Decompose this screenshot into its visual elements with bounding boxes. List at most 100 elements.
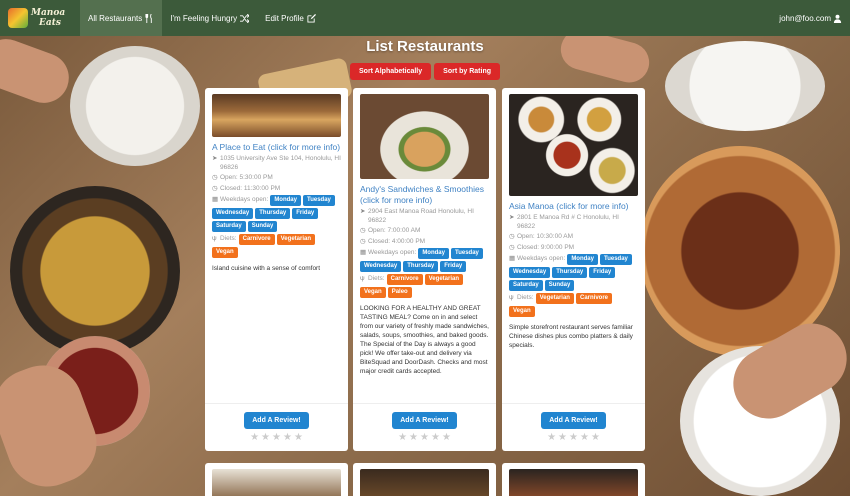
star-icon[interactable]: ★ [283, 433, 292, 443]
location-arrow-icon: ➤ [360, 208, 366, 215]
diet-tag: Vegetarian [535, 293, 574, 304]
diet-tag: Vegan [360, 287, 386, 298]
day-tag: Friday [292, 208, 319, 219]
star-icon[interactable]: ★ [580, 433, 589, 443]
nav-edit-profile-label: Edit Profile [265, 13, 304, 23]
diet-tag: Carnivore [386, 274, 423, 285]
weekdays-tags: ▦ Weekdays open: Monday Tuesday Wednesday… [360, 248, 489, 272]
logo-icon [8, 8, 28, 28]
top-navbar: Manoa Eats All Restaurants I'm Feeling H… [0, 0, 850, 36]
restaurant-address: 2801 E Manoa Rd # C Honolulu, HI 96822 [517, 214, 619, 230]
diet-tags: ψ Diets: Carnivore Vegetarian Vegan Paleo [360, 274, 489, 298]
add-review-button[interactable]: Add A Review! [244, 412, 309, 429]
restaurant-description: Island cuisine with a sense of comfort [212, 265, 321, 272]
star-icon[interactable]: ★ [398, 433, 407, 443]
restaurant-description: Simple storefront restaurant serves fami… [509, 324, 633, 349]
restaurant-name-link[interactable]: A Place to Eat (click for more info) [212, 142, 341, 153]
day-tag: Friday [589, 267, 616, 278]
star-icon[interactable]: ★ [294, 433, 303, 443]
clock-icon: ◷ [360, 237, 366, 245]
day-tag: Sunday [247, 221, 278, 232]
star-rating[interactable]: ★ ★ ★ ★ ★ [250, 433, 303, 443]
diets-label: Diets: [517, 294, 534, 302]
restaurant-name-link[interactable]: Andy's Sandwiches & Smoothies (click for… [360, 184, 489, 206]
diet-tag: Paleo [387, 287, 412, 298]
calendar-icon: ▦ [212, 196, 219, 204]
day-tag: Wednesday [212, 208, 254, 219]
user-icon [833, 14, 842, 23]
restaurant-photo[interactable] [212, 94, 341, 137]
day-tag: Monday [418, 248, 449, 259]
star-icon[interactable]: ★ [431, 433, 440, 443]
restaurant-card [205, 463, 348, 496]
day-tag: Saturday [509, 280, 543, 291]
restaurant-name-link[interactable]: Asia Manoa (click for more info) [509, 201, 638, 212]
day-tag: Tuesday [599, 254, 632, 265]
user-menu[interactable]: john@foo.com [779, 14, 850, 23]
day-tag: Monday [567, 254, 598, 265]
restaurant-photo[interactable] [360, 469, 489, 496]
sort-controls: Sort Alphabetically Sort by Rating [0, 63, 850, 80]
star-icon[interactable]: ★ [591, 433, 600, 443]
restaurant-card: Asia Manoa (click for more info) ➤ 2801 E… [502, 88, 645, 451]
diet-tag: Carnivore [238, 234, 275, 245]
calendar-icon: ▦ [360, 249, 367, 257]
utensils-icon [145, 13, 152, 23]
clock-icon: ◷ [212, 174, 218, 181]
star-icon[interactable]: ★ [420, 433, 429, 443]
utensils-icon: ψ [509, 294, 514, 302]
sort-by-rating-button[interactable]: Sort by Rating [434, 63, 500, 80]
restaurant-card [353, 463, 496, 496]
page-title: List Restaurants [366, 38, 484, 55]
weekdays-tags: ▦ Weekdays open: Monday Tuesday Wednesday… [509, 254, 638, 291]
star-icon[interactable]: ★ [250, 433, 259, 443]
shuffle-icon [240, 13, 250, 23]
diets-label: Diets: [368, 275, 385, 283]
star-icon[interactable]: ★ [558, 433, 567, 443]
weekdays-label: Weekdays open: [368, 249, 417, 257]
star-icon[interactable]: ★ [272, 433, 281, 443]
day-tag: Friday [440, 261, 467, 272]
restaurant-photo[interactable] [509, 94, 638, 196]
logo-text-line2: Eats [39, 18, 61, 28]
diet-tag: Vegetarian [276, 234, 315, 245]
open-time: Open: 10:30:00 AM [517, 233, 574, 240]
star-icon[interactable]: ★ [409, 433, 418, 443]
day-tag: Wednesday [509, 267, 551, 278]
closed-time: Closed: 4:00:00 PM [368, 237, 426, 245]
day-tag: Tuesday [302, 195, 335, 206]
restaurant-photo[interactable] [509, 469, 638, 496]
weekdays-label: Weekdays open: [220, 196, 269, 204]
clock-icon: ◷ [509, 233, 515, 240]
diet-tag: Vegetarian [424, 274, 463, 285]
restaurant-address: 1035 University Ave Ste 104, Honolulu, H… [220, 155, 341, 171]
utensils-icon: ψ [360, 275, 365, 283]
add-review-button[interactable]: Add A Review! [541, 412, 606, 429]
restaurant-card: Andy's Sandwiches & Smoothies (click for… [353, 88, 496, 451]
nav-all-restaurants-label: All Restaurants [88, 13, 143, 23]
star-icon[interactable]: ★ [547, 433, 556, 443]
star-icon[interactable]: ★ [261, 433, 270, 443]
restaurant-card [502, 463, 645, 496]
day-tag: Wednesday [360, 261, 402, 272]
location-arrow-icon: ➤ [212, 155, 218, 162]
sort-alphabetically-button[interactable]: Sort Alphabetically [350, 63, 432, 80]
diet-tag: Vegan [509, 306, 535, 317]
nav-edit-profile[interactable]: Edit Profile [257, 0, 324, 36]
diets-label: Diets: [220, 235, 237, 243]
nav-feeling-hungry[interactable]: I'm Feeling Hungry [162, 0, 257, 36]
star-rating[interactable]: ★ ★ ★ ★ ★ [398, 433, 451, 443]
star-rating[interactable]: ★ ★ ★ ★ ★ [547, 433, 600, 443]
clock-icon: ◷ [360, 227, 366, 234]
clock-icon: ◷ [509, 243, 515, 251]
star-icon[interactable]: ★ [569, 433, 578, 443]
nav-all-restaurants[interactable]: All Restaurants [80, 0, 163, 36]
star-icon[interactable]: ★ [442, 433, 451, 443]
add-review-button[interactable]: Add A Review! [392, 412, 457, 429]
day-tag: Thursday [255, 208, 291, 219]
logo[interactable]: Manoa Eats [0, 0, 80, 36]
restaurant-photo[interactable] [212, 469, 341, 496]
restaurant-photo[interactable] [360, 94, 489, 179]
location-arrow-icon: ➤ [509, 214, 515, 221]
diet-tags: ψ Diets: Vegetarian Carnivore Vegan [509, 293, 638, 317]
